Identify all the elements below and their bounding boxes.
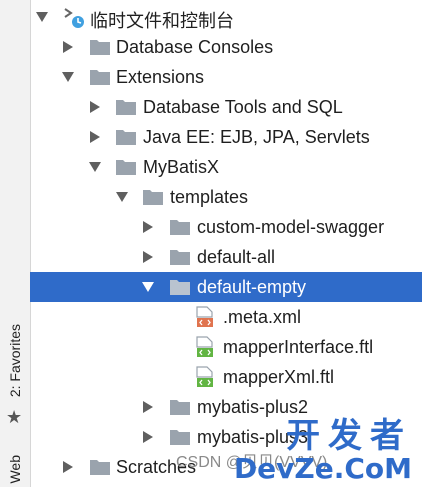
tree-row-mybatisx[interactable]: MyBatisX (30, 152, 422, 182)
collapsed-arrow-icon[interactable] (142, 401, 154, 413)
star-icon[interactable]: ★ (6, 408, 24, 426)
tree-row-java-ee[interactable]: Java EE: EJB, JPA, Servlets (30, 122, 422, 152)
folder-icon (170, 399, 190, 415)
expanded-arrow-icon[interactable] (142, 281, 154, 293)
tree-row-label: mapperXml.ftl (223, 367, 335, 387)
expanded-arrow-icon[interactable] (62, 71, 74, 83)
tree-row-label: mybatis-plus2 (197, 397, 309, 417)
collapsed-arrow-icon[interactable] (89, 131, 101, 143)
tree-row-mapper-interface-ftl[interactable]: mapperInterface.ftl (30, 332, 422, 362)
tree-row-database-consoles[interactable]: Database Consoles (30, 32, 422, 62)
tree-row-database-tools[interactable]: Database Tools and SQL (30, 92, 422, 122)
left-tool-strip: 2: Favorites ★ Web (0, 0, 31, 487)
collapsed-arrow-icon[interactable] (142, 431, 154, 443)
folder-icon (116, 159, 136, 175)
collapsed-arrow-icon[interactable] (62, 41, 74, 53)
folder-icon (90, 39, 110, 55)
scratches-console-icon (62, 5, 84, 28)
collapsed-arrow-icon[interactable] (142, 251, 154, 263)
tree-row-extensions[interactable]: Extensions (30, 62, 422, 92)
folder-icon (90, 459, 110, 475)
xml-file-icon (195, 306, 215, 328)
folder-icon (170, 219, 190, 235)
logo-line1: 开发者 (286, 416, 412, 456)
ftl-file-icon (195, 336, 215, 358)
favorites-tab[interactable]: 2: Favorites (0, 318, 30, 404)
tree-row-label: .meta.xml (223, 307, 302, 327)
tree-row-label: 临时文件和控制台 (90, 11, 234, 31)
ftl-file-icon (195, 366, 215, 388)
folder-icon (170, 429, 190, 445)
tree-row-label: Extensions (116, 67, 205, 87)
tree-row-label: Java EE: EJB, JPA, Servlets (143, 127, 370, 147)
tree-row-label: default-empty (197, 277, 307, 297)
tree-row-meta-xml[interactable]: .meta.xml (30, 302, 422, 332)
expanded-arrow-icon[interactable] (89, 161, 101, 173)
folder-icon (116, 99, 136, 115)
expanded-arrow-icon[interactable] (36, 11, 48, 23)
logo-line2: DevZe.CoM (233, 452, 412, 485)
web-tab[interactable]: Web (0, 452, 30, 486)
tree-row-scratches-and-consoles[interactable]: 临时文件和控制台 (30, 2, 422, 32)
folder-icon (143, 189, 163, 205)
folder-icon (170, 249, 190, 265)
expanded-arrow-icon[interactable] (116, 191, 128, 203)
tree-row-default-all[interactable]: default-all (30, 242, 422, 272)
favorites-tab-label: 2: Favorites (7, 324, 23, 398)
folder-icon (90, 69, 110, 85)
collapsed-arrow-icon[interactable] (62, 461, 74, 473)
tree-row-label: Database Tools and SQL (143, 97, 343, 117)
tree-row-mapper-xml-ftl[interactable]: mapperXml.ftl (30, 362, 422, 392)
collapsed-arrow-icon[interactable] (89, 101, 101, 113)
tree-row-custom-model-swagger[interactable]: custom-model-swagger (30, 212, 422, 242)
folder-icon (116, 129, 136, 145)
tree-row-label: custom-model-swagger (197, 217, 385, 237)
tree-row-label: mapperInterface.ftl (223, 337, 374, 357)
tree-row-templates[interactable]: templates (30, 182, 422, 212)
tree-row-label: Database Consoles (116, 37, 274, 57)
tree-row-default-empty[interactable]: default-empty (30, 272, 422, 302)
folder-icon (170, 279, 190, 295)
project-tree: 临时文件和控制台 Database Consoles Extensions Da… (30, 0, 422, 487)
web-tab-label: Web (7, 454, 23, 484)
tree-row-label: templates (170, 187, 249, 207)
collapsed-arrow-icon[interactable] (142, 221, 154, 233)
devze-logo: 开发者 DevZe.CoM (234, 418, 412, 484)
tree-row-label: default-all (197, 247, 276, 267)
tree-row-label: MyBatisX (143, 157, 220, 177)
